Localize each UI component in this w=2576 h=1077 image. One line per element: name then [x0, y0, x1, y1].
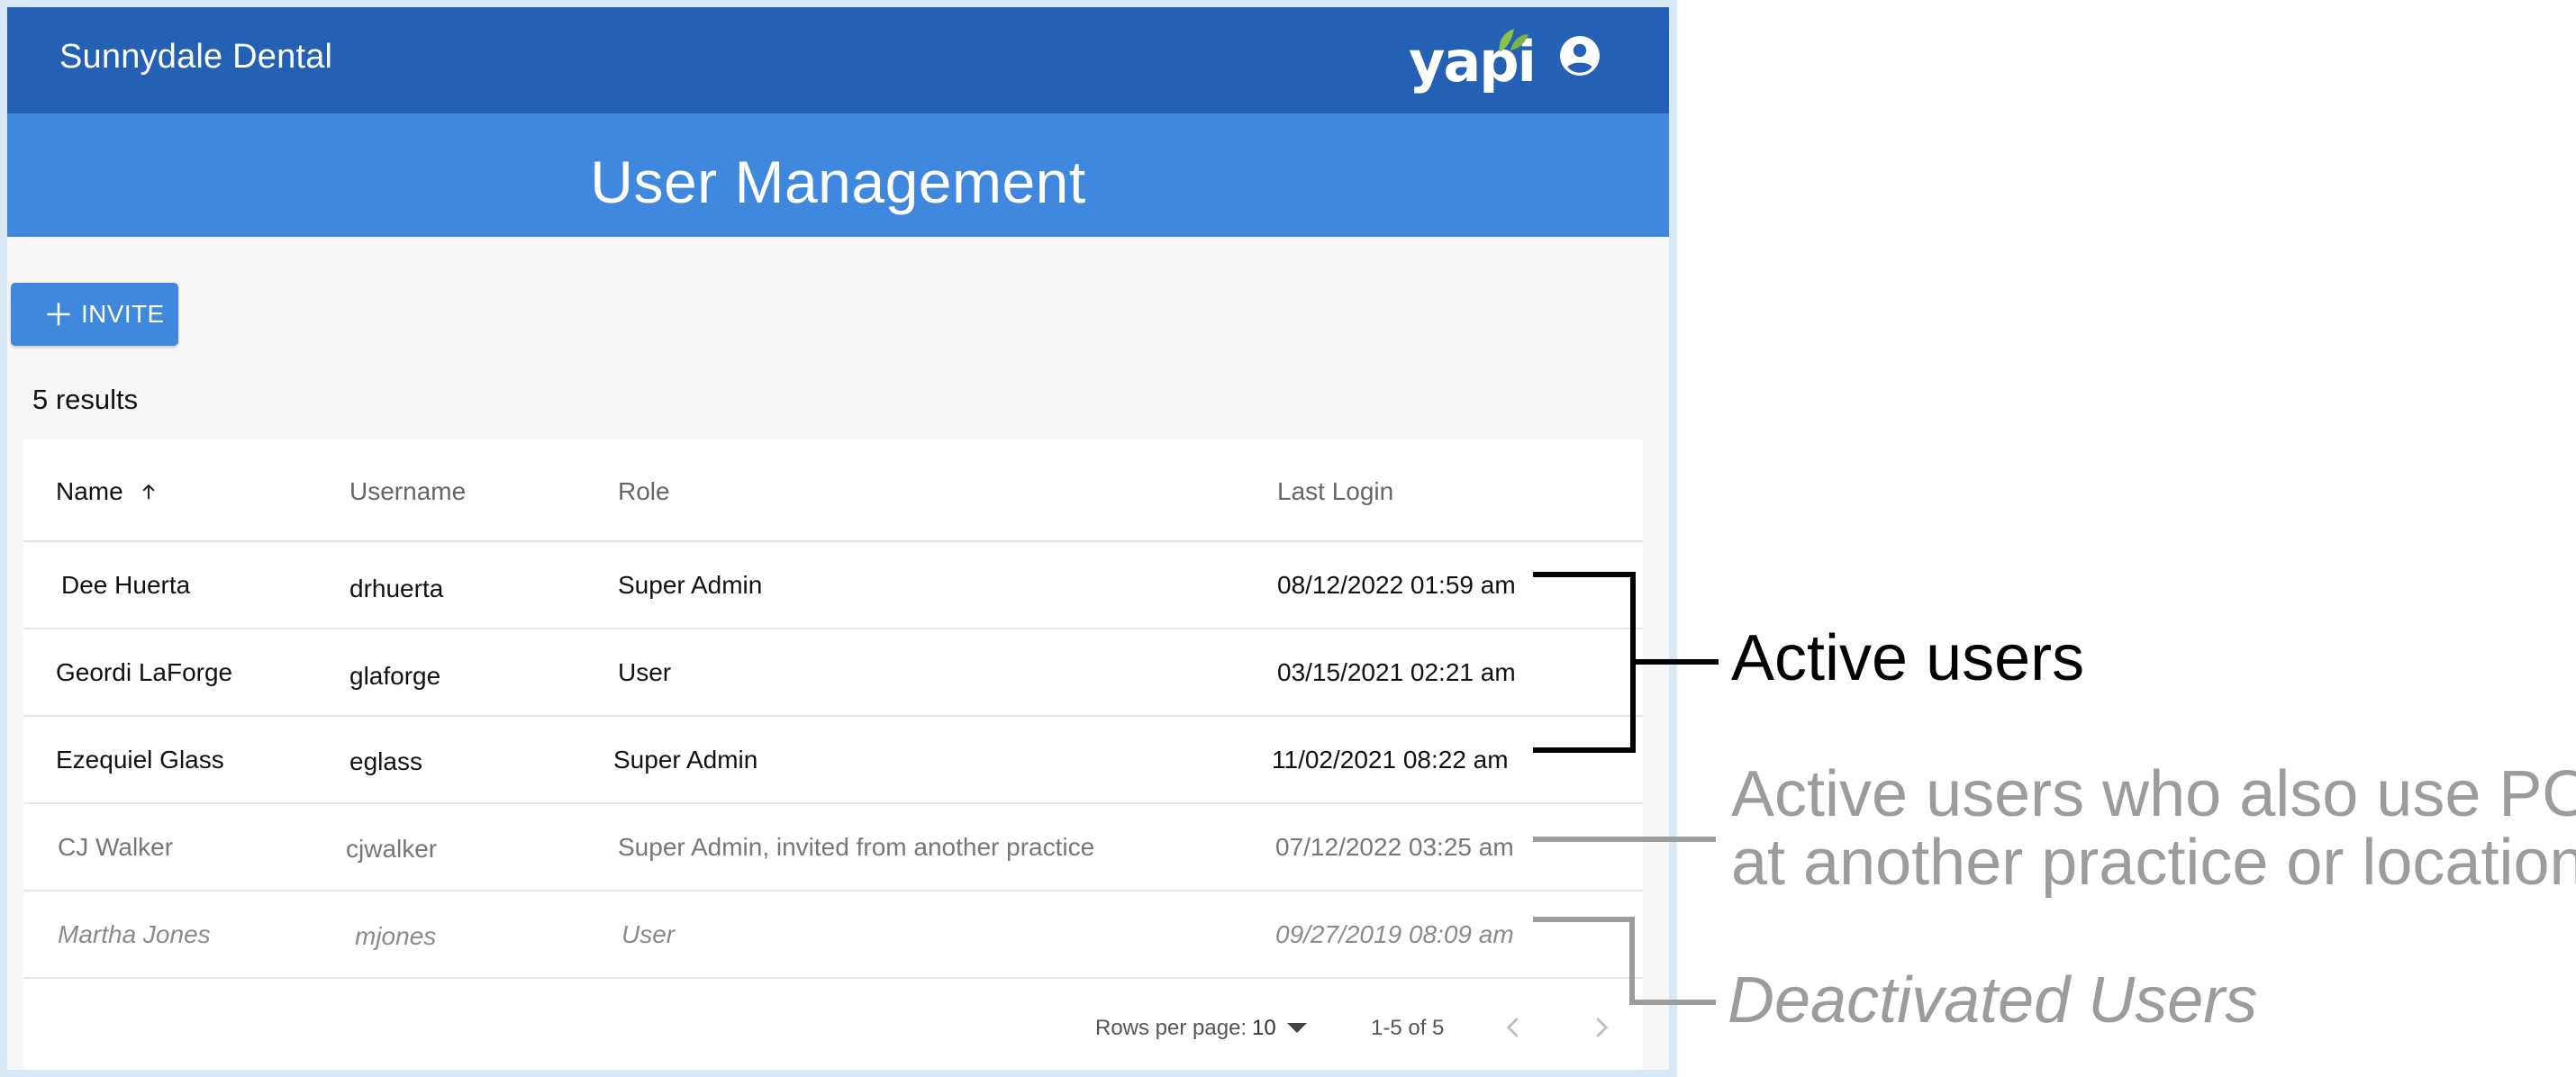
arrow-up-icon — [143, 484, 155, 500]
table-row[interactable]: Dee Huerta drhuerta Super Admin 08/12/20… — [23, 542, 1643, 629]
chevron-left-icon[interactable] — [1501, 1014, 1528, 1041]
leaf-logo-icon — [1499, 29, 1528, 52]
user-role: User — [618, 658, 672, 686]
chevron-right-icon[interactable] — [1587, 1014, 1614, 1041]
column-header-name[interactable]: Name — [56, 477, 159, 506]
user-role: Super Admin — [618, 571, 763, 599]
users-table: Name Username Role Last Login Dee Huerta… — [23, 439, 1643, 1070]
user-role: Super Admin, invited from another practi… — [618, 833, 1095, 861]
table-row[interactable]: Ezequiel Glass eglass Super Admin 11/02/… — [23, 717, 1643, 804]
column-header-last-login[interactable]: Last Login — [1277, 477, 1393, 506]
top-app-bar: Sunnydale Dental yapi — [7, 7, 1669, 113]
invite-button[interactable]: INVITE — [11, 283, 178, 346]
column-header-username[interactable]: Username — [349, 477, 466, 506]
user-username: mjones — [355, 922, 437, 950]
page-title: User Management — [590, 149, 1086, 215]
user-last-login: 03/15/2021 02:21 am — [1277, 658, 1516, 686]
result-count: 5 results — [32, 384, 139, 415]
annotation-pop-users: Active users who also use POP at another… — [1731, 760, 2576, 897]
app-window: Sunnydale Dental yapi User Management IN… — [0, 0, 1677, 1077]
annotation-active-users: Active users — [1731, 622, 2085, 694]
table-header: Name Username Role Last Login — [23, 439, 1643, 542]
column-header-role[interactable]: Role — [618, 477, 670, 506]
rows-per-page-value: 10 — [1252, 1016, 1276, 1040]
annotation-pop-line2: at another practice or location — [1731, 827, 2576, 899]
user-last-login: 08/12/2022 01:59 am — [1277, 571, 1516, 599]
annotation-deactivated-users: Deactivated Users — [1728, 964, 2258, 1036]
user-name: Ezequiel Glass — [56, 746, 224, 774]
practice-name: Sunnydale Dental — [59, 38, 333, 76]
user-name: Martha Jones — [58, 920, 211, 948]
account-circle-icon[interactable] — [1558, 34, 1601, 77]
yapi-logo: yapi — [1409, 25, 1537, 97]
user-name: Dee Huerta — [61, 571, 191, 599]
user-last-login: 11/02/2021 08:22 am — [1272, 746, 1509, 774]
rows-per-page-label: Rows per page: — [1095, 1016, 1247, 1040]
caret-down-icon — [1287, 1023, 1308, 1033]
table-row[interactable]: Geordi LaForge glaforge User 03/15/2021 … — [23, 629, 1643, 717]
table-row[interactable]: Martha Jones mjones User 09/27/2019 08:0… — [23, 891, 1643, 979]
user-username: drhuerta — [349, 575, 444, 602]
user-role: User — [621, 920, 676, 948]
user-username: cjwalker — [346, 835, 438, 863]
page-header: User Management — [7, 113, 1669, 237]
user-role: Super Admin — [613, 746, 758, 774]
annotation-pop-line1: Active users who also use POP — [1731, 758, 2576, 830]
table-row[interactable]: CJ Walker cjwalker Super Admin, invited … — [23, 804, 1643, 891]
pagination-range: 1-5 of 5 — [1371, 1016, 1445, 1040]
user-username: eglass — [349, 747, 422, 775]
column-header-name-label: Name — [56, 477, 123, 505]
user-last-login: 09/27/2019 08:09 am — [1275, 920, 1514, 948]
user-last-login: 07/12/2022 03:25 am — [1275, 833, 1514, 861]
user-name: CJ Walker — [58, 833, 174, 861]
invite-button-label: INVITE — [81, 300, 165, 328]
rows-per-page-select[interactable]: 10 — [1252, 1016, 1308, 1041]
user-name: Geordi LaForge — [56, 658, 233, 686]
plus-icon — [47, 303, 70, 326]
table-pagination: Rows per page: 10 1-5 of 5 — [23, 989, 1643, 1061]
user-username: glaforge — [349, 662, 441, 690]
